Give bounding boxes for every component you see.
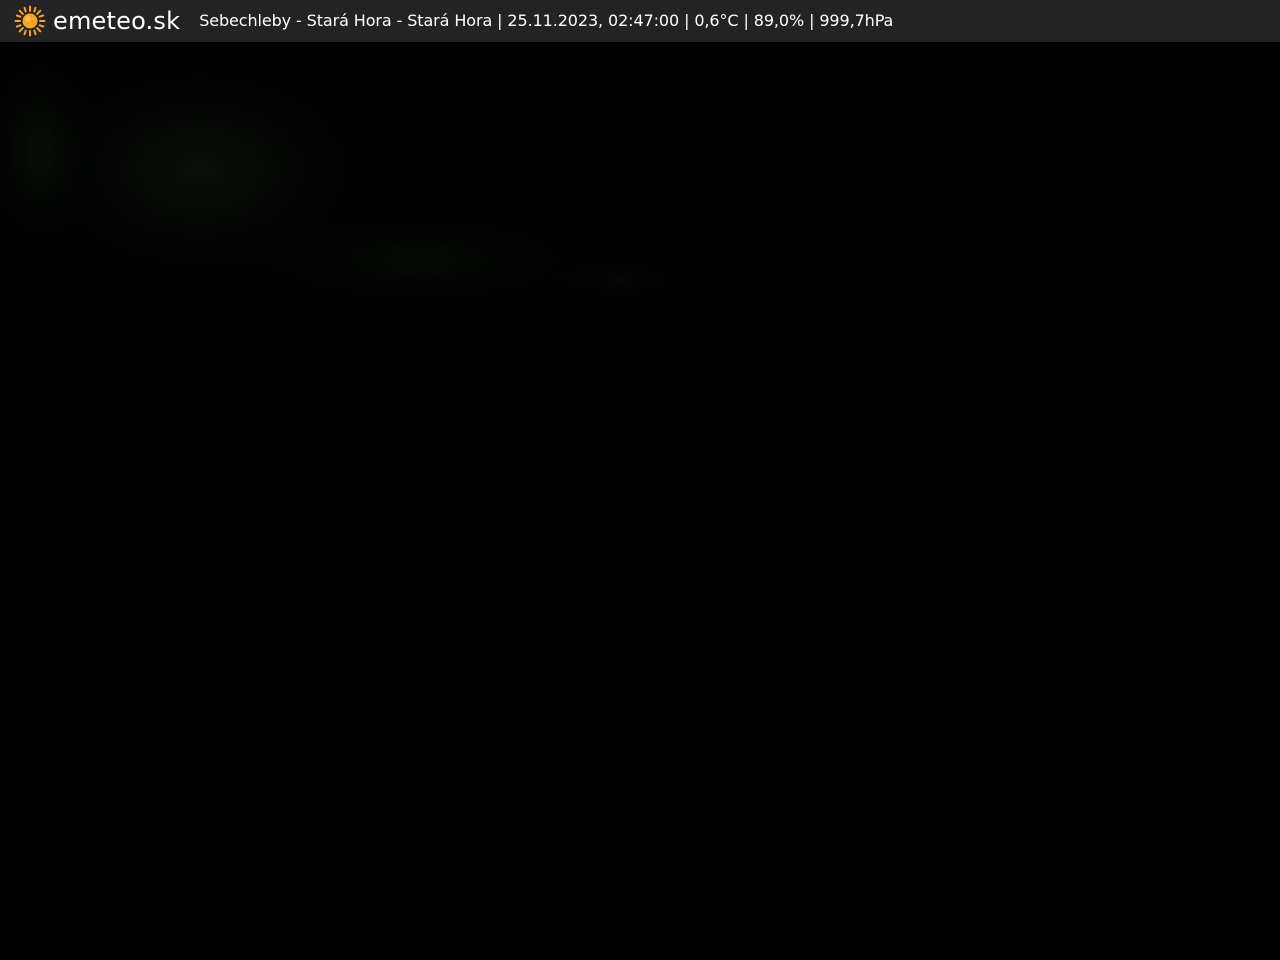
webcam-night-image bbox=[0, 0, 1280, 960]
webcam-frame: emeteo.sk Sebechleby - Stará Hora - Star… bbox=[0, 0, 1280, 960]
separator: | bbox=[804, 11, 820, 30]
pressure-value: 999,7hPa bbox=[819, 11, 894, 30]
webcam-caption: Sebechleby - Stará Hora - Stará Hora | 2… bbox=[199, 13, 893, 29]
humidity-value: 89,0% bbox=[753, 11, 805, 30]
caption-bar: emeteo.sk Sebechleby - Stará Hora - Star… bbox=[0, 0, 1280, 42]
separator: | bbox=[492, 11, 508, 30]
temperature-value: 0,6°C bbox=[694, 11, 739, 30]
timestamp: 25.11.2023, 02:47:00 bbox=[507, 11, 680, 30]
separator: | bbox=[738, 11, 754, 30]
brand-name: emeteo.sk bbox=[53, 7, 181, 35]
brand-logo: emeteo.sk bbox=[14, 5, 180, 37]
separator: | bbox=[679, 11, 695, 30]
location-name: Sebechleby - Stará Hora - Stará Hora bbox=[199, 11, 493, 30]
sun-icon bbox=[14, 5, 46, 37]
